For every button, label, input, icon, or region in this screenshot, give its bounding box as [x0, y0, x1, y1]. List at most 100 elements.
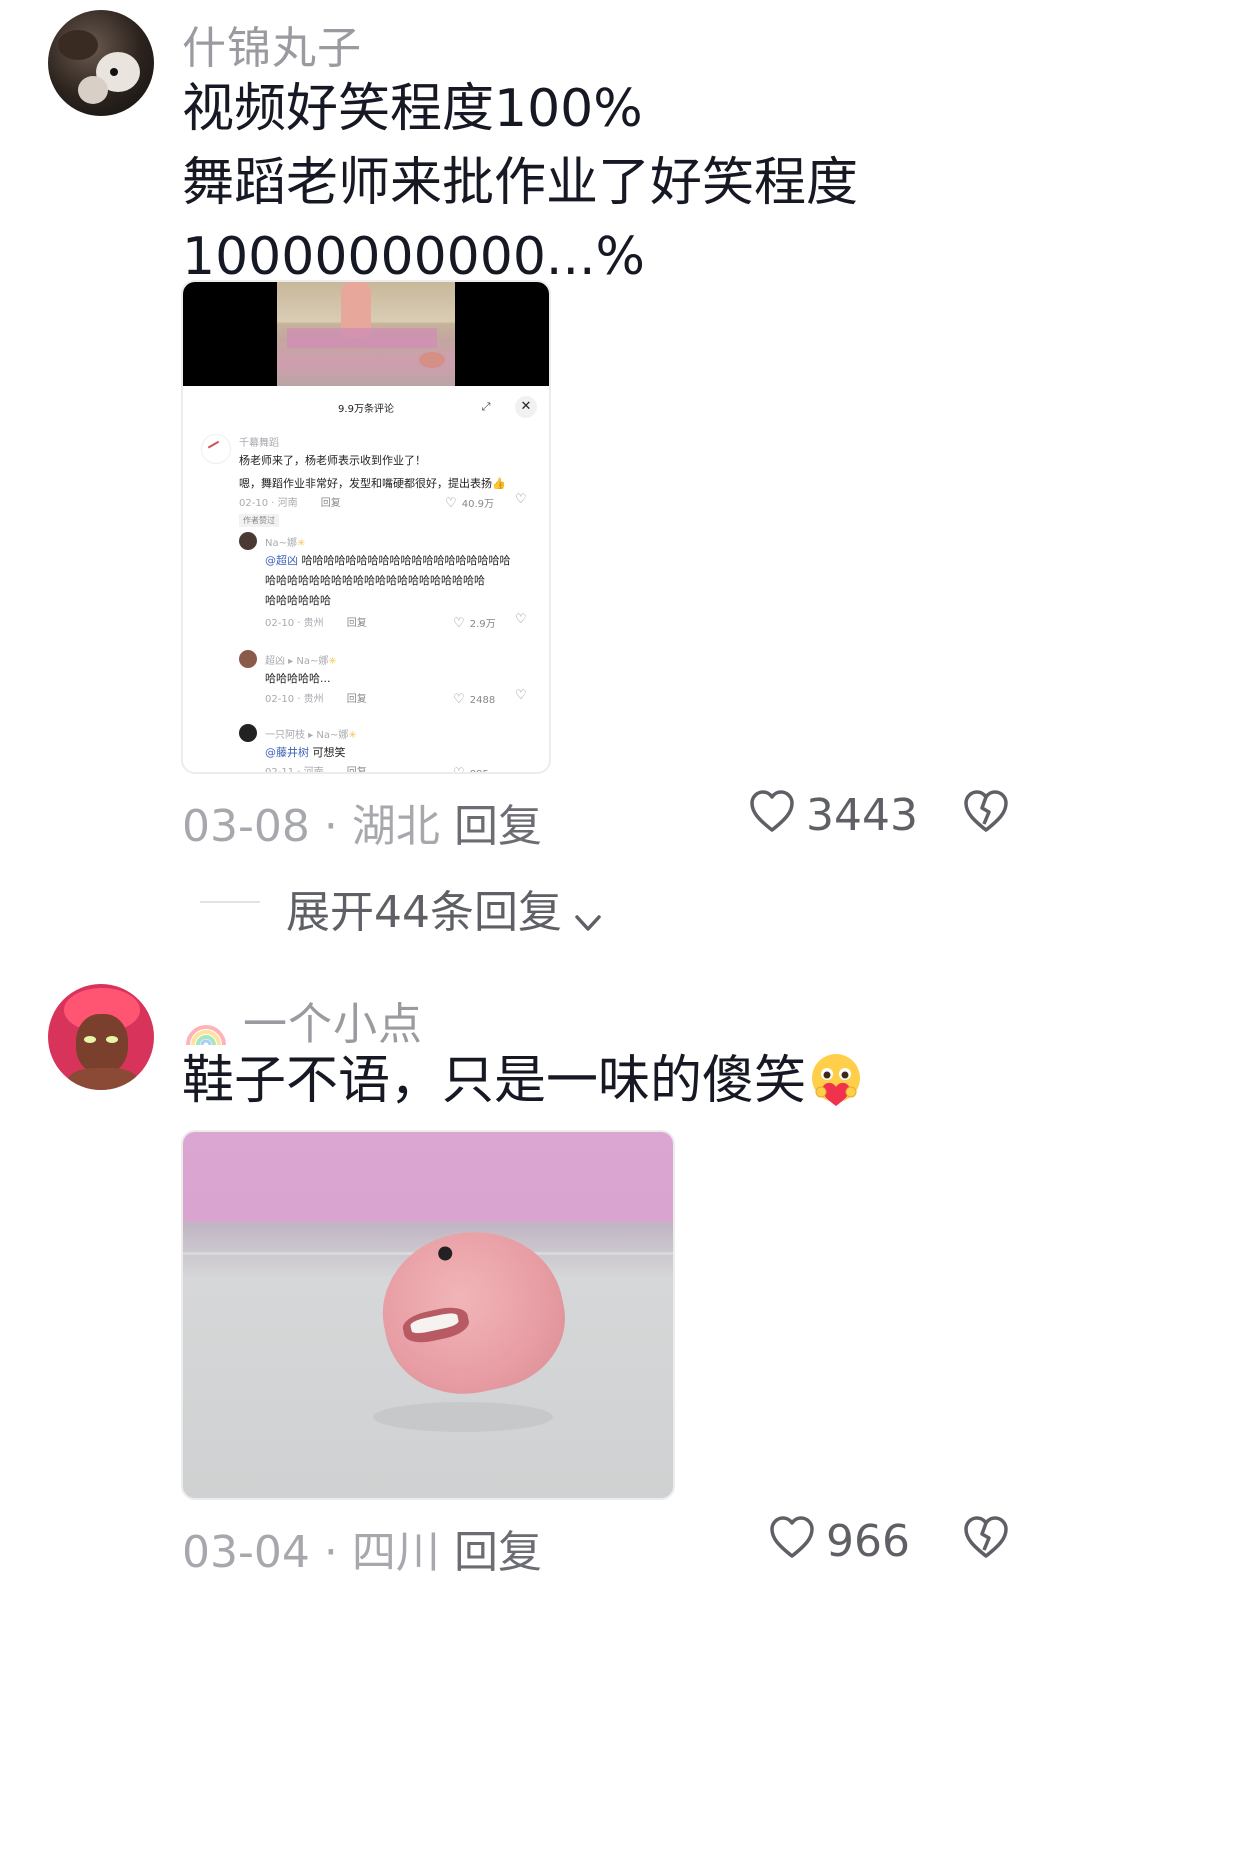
- thread-reply: 回复: [320, 498, 341, 509]
- comment-image-attachment[interactable]: [181, 1130, 675, 1500]
- reply-line: 哈哈哈哈哈哈: [265, 594, 331, 607]
- broken-heart-icon: ♡: [515, 688, 527, 703]
- comment-meta: 03-08 · 湖北: [182, 790, 440, 854]
- heart-icon: [770, 1516, 814, 1558]
- thread-author: 千幕舞蹈: [239, 438, 279, 449]
- slipper-photo: [368, 1215, 578, 1409]
- reply-name: 超凶 ▸ Na~娜✳: [265, 656, 337, 667]
- reply-date: 02-10: [265, 618, 295, 629]
- reply-name-text: 一只阿枝: [265, 730, 305, 741]
- reply-like-count: 895: [470, 769, 489, 772]
- reply-name-text: Na~娜: [265, 538, 297, 549]
- comment-username[interactable]: 什锦丸子: [182, 12, 362, 76]
- reply-like: ♡ 2488: [453, 688, 495, 707]
- expand-icon: ⤢: [481, 400, 491, 413]
- broken-heart-icon: ♡: [515, 612, 527, 627]
- reply-meta: 02-10 · 贵州 回复: [265, 694, 367, 705]
- rainbow-icon: [186, 1025, 226, 1046]
- reply-like: ♡ 895: [453, 762, 489, 772]
- reply-like: ♡ 2.9万: [453, 612, 496, 631]
- comment-username[interactable]: 一个小点: [184, 988, 423, 1052]
- dislike-button[interactable]: [962, 788, 1010, 836]
- comment-location: 湖北: [351, 801, 440, 852]
- heart-icon: ♡: [453, 766, 465, 772]
- video-preview: [183, 282, 549, 386]
- reply-line: @藤井树 可想笑: [265, 744, 346, 760]
- chevron-down-icon: [575, 914, 601, 931]
- reply-line: 哈哈哈哈哈哈哈哈哈哈哈哈哈哈哈哈哈哈哈哈: [265, 574, 485, 587]
- reply-line-text: 哈哈哈哈哈哈哈哈哈哈哈哈哈哈哈哈哈哈哈: [301, 554, 511, 567]
- thread-line: 嗯，舞蹈作业非常好，发型和嘴硬都很好，提出表扬👍: [239, 472, 506, 491]
- reply-to-text: Na~娜: [316, 730, 349, 741]
- heart-icon: ♡: [445, 496, 457, 511]
- broken-heart-icon: [964, 1516, 1008, 1558]
- panel-title: 9.9万条评论: [338, 404, 394, 415]
- commenter-avatar[interactable]: [48, 984, 154, 1090]
- comment-line: 视频好笑程度100%: [182, 79, 643, 139]
- thumbs-up-icon: 👍: [492, 477, 506, 490]
- reply-avatar: [239, 532, 257, 550]
- thread-like: ♡ 40.9万: [445, 492, 494, 511]
- reply-like-count: 2488: [469, 695, 496, 706]
- reply-reply: 回复: [346, 618, 367, 629]
- broken-heart-icon: [964, 790, 1008, 832]
- like-button[interactable]: 966: [768, 1512, 910, 1572]
- expand-replies-button[interactable]: 展开44条回复: [286, 876, 605, 940]
- reply-avatar: [239, 650, 257, 668]
- expand-replies-label: 展开44条回复: [286, 887, 562, 938]
- heart-icon: [750, 790, 794, 832]
- comment-line: 舞蹈老师来批作业了好笑程度: [182, 153, 859, 213]
- sparkle-icon: ✳: [348, 730, 357, 741]
- reply-line: 哈哈哈哈哈...: [265, 672, 331, 685]
- reply-name: 一只阿枝 ▸ Na~娜✳: [265, 730, 357, 741]
- author-liked-tag: 作者赞过: [239, 514, 279, 527]
- reply-location: 贵州: [303, 694, 324, 705]
- reply-avatar: [239, 724, 257, 742]
- comment-text: 鞋子不语，只是一味的傻笑: [182, 1044, 866, 1118]
- meta-separator: ·: [323, 1527, 338, 1578]
- reply-line-text: 可想笑: [312, 746, 346, 759]
- thread-avatar: [201, 434, 231, 464]
- comment-date: 03-04: [182, 1527, 310, 1578]
- reply-mention: @超凶: [265, 554, 298, 567]
- sparkle-icon: ✳: [297, 538, 306, 549]
- sparkle-icon: ✳: [328, 656, 337, 667]
- reply-button[interactable]: 回复: [454, 1516, 542, 1580]
- heart-icon: ♡: [453, 692, 465, 707]
- reply-meta: 02-11 · 河南 回复: [265, 763, 367, 772]
- reply-date: 02-10: [265, 694, 295, 705]
- thread-line: 杨老师来了，杨老师表示收到作业了！: [239, 454, 426, 467]
- thread-location: 河南: [277, 498, 298, 509]
- dislike-button[interactable]: [962, 1514, 1010, 1562]
- thread-line-text: 嗯，舞蹈作业非常好，发型和嘴硬都很好，提出表扬: [239, 477, 492, 490]
- reply-reply: 回复: [347, 767, 367, 772]
- close-icon: ✕: [515, 396, 537, 418]
- heart-face-emoji-icon: [812, 1054, 861, 1106]
- broken-heart-icon: ♡: [515, 492, 527, 507]
- like-count: 966: [826, 1516, 910, 1567]
- thread-date: 02-10: [239, 498, 269, 509]
- heart-icon: ♡: [453, 616, 465, 631]
- thread-like-count: 40.9万: [461, 499, 495, 510]
- like-count: 3443: [806, 790, 918, 841]
- comments-panel: 9.9万条评论 ⤢ ✕ 千幕舞蹈 杨老师来了，杨老师表示收到作业了！ 嗯，舞蹈作…: [183, 386, 549, 772]
- reply-location: 贵州: [303, 618, 324, 629]
- commenter-avatar[interactable]: [48, 10, 154, 116]
- comment-username-text: 一个小点: [243, 999, 423, 1050]
- comment-line: 鞋子不语，只是一味的傻笑: [182, 1051, 807, 1111]
- comment-image-attachment[interactable]: 9.9万条评论 ⤢ ✕ 千幕舞蹈 杨老师来了，杨老师表示收到作业了！ 嗯，舞蹈作…: [181, 280, 551, 774]
- reply-line: @超凶 哈哈哈哈哈哈哈哈哈哈哈哈哈哈哈哈哈哈哈: [265, 552, 511, 568]
- reply-button[interactable]: 回复: [454, 790, 542, 854]
- comment-meta: 03-04 · 四川: [182, 1516, 440, 1580]
- reply-like-count: 2.9万: [469, 619, 496, 630]
- reply-name-text: 超凶: [265, 656, 285, 667]
- reply-to-text: Na~娜: [296, 656, 329, 667]
- reply-reply: 回复: [346, 694, 367, 705]
- meta-separator: ·: [323, 801, 338, 852]
- reply-location: 河南: [304, 767, 324, 772]
- comment-text: 视频好笑程度100% 舞蹈老师来批作业了好笑程度 10000000000...%: [182, 72, 858, 294]
- comment-date: 03-08: [182, 801, 310, 852]
- reply-mention: @藤井树: [265, 746, 309, 759]
- like-button[interactable]: 3443: [748, 786, 918, 846]
- comment-location: 四川: [351, 1527, 440, 1578]
